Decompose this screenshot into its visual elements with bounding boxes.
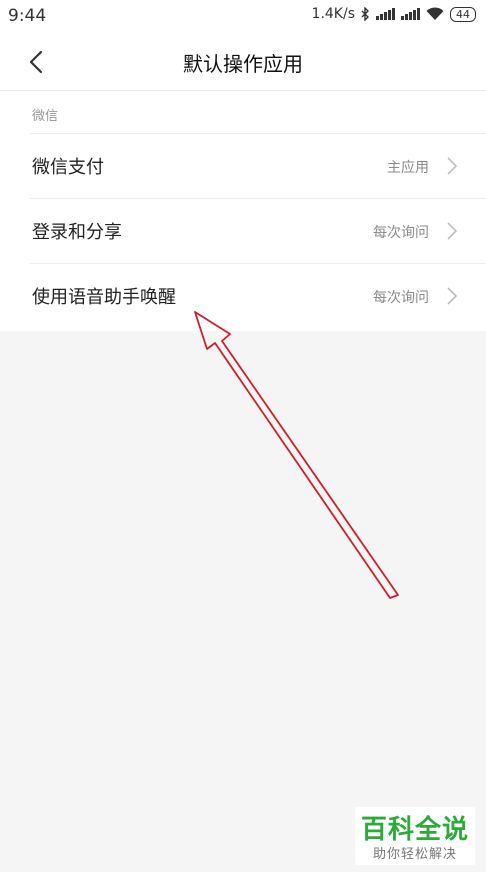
watermark-logo: 百科全说 助你轻松解决 [355,807,475,865]
signal-icon [401,8,420,20]
battery-indicator: 44 [450,6,476,22]
chevron-right-icon [447,287,458,305]
page-title: 默认操作应用 [183,52,303,76]
divider [30,133,486,134]
divider [30,198,486,199]
settings-list: 微信 微信支付 主应用 登录和分享 每次询问 使用语音助手唤醒 每次询问 [0,90,486,331]
status-bar: 9:44 1.4K/s 44 [0,0,486,34]
bluetooth-icon [361,7,369,21]
chevron-right-icon [447,222,458,240]
row-value: 主应用 [387,160,429,176]
row-title: 使用语音助手唤醒 [32,287,176,308]
row-wechat-pay[interactable]: 微信支付 主应用 [0,133,486,198]
network-speed: 1.4K/s [311,6,355,22]
watermark-title: 百科全说 [360,815,469,845]
divider [30,263,486,264]
row-value: 每次询问 [373,290,429,306]
row-title: 登录和分享 [32,222,122,243]
status-icons: 1.4K/s 44 [312,6,476,22]
signal-icon [376,8,395,20]
wifi-icon [426,7,444,20]
row-title: 微信支付 [32,157,104,178]
chevron-right-icon [447,157,458,175]
section-label: 微信 [32,109,59,124]
title-bar: 默认操作应用 [0,34,486,90]
watermark-subtitle: 助你轻松解决 [372,847,457,862]
status-time: 9:44 [8,6,47,26]
row-voice-assistant-wake[interactable]: 使用语音助手唤醒 每次询问 [0,263,486,328]
row-value: 每次询问 [373,225,429,241]
row-login-share[interactable]: 登录和分享 每次询问 [0,198,486,263]
